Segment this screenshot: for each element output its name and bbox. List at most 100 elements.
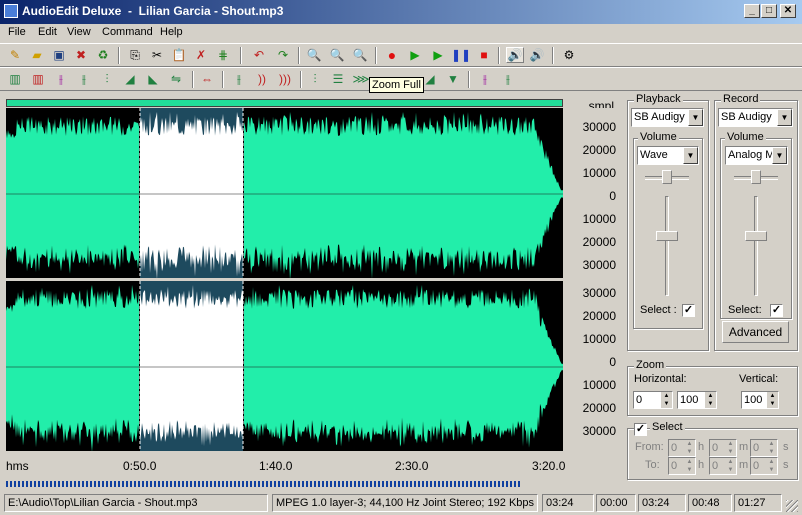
zoom-in-icon[interactable]: 🔍 xyxy=(305,47,323,63)
effect-reverse-icon[interactable]: ⇋ xyxy=(167,71,185,87)
chevron-down-icon[interactable]: ▼ xyxy=(688,109,703,126)
record-device-select[interactable]: SB Audigy ▼ xyxy=(718,108,793,127)
playback-volume-thumb[interactable] xyxy=(656,231,678,241)
playback-select-checkbox[interactable]: ✓ xyxy=(682,304,695,317)
effect-eq-icon[interactable]: ☰ xyxy=(329,71,347,87)
settings-icon[interactable]: ⚙ xyxy=(560,47,578,63)
record-balance-thumb[interactable] xyxy=(751,170,761,184)
effect-lowpass-icon[interactable]: ⋙ xyxy=(352,71,370,87)
maximize-button[interactable]: □ xyxy=(761,4,777,18)
zoom-out-icon[interactable]: 🔍 xyxy=(328,47,346,63)
effect-silence-icon[interactable]: ▥ xyxy=(6,71,24,87)
spin-up-icon[interactable]: ▲ xyxy=(684,440,695,448)
horizontal-scrollbar[interactable] xyxy=(6,481,521,487)
spin-down-icon[interactable]: ▼ xyxy=(725,466,736,474)
effect-amplify-icon[interactable]: ⫲ xyxy=(75,71,93,87)
effect-fade-in-icon[interactable]: ◢ xyxy=(121,71,139,87)
minimize-button[interactable]: _ xyxy=(744,4,760,18)
spin-down-icon[interactable]: ▼ xyxy=(767,400,778,408)
spin-down-icon[interactable]: ▼ xyxy=(766,466,777,474)
open-folder-icon[interactable]: ▰ xyxy=(28,47,46,63)
playback-source-select[interactable]: Wave ▼ xyxy=(637,146,699,165)
effect-echo-icon[interactable]: ⫲ xyxy=(230,71,248,87)
effect-chorus-icon[interactable]: ))) xyxy=(276,71,294,87)
volume-icon[interactable]: 🔊 xyxy=(528,47,546,63)
close-button[interactable]: ✕ xyxy=(780,4,796,18)
zoom-h-to-input[interactable]: 100 ▲ ▼ xyxy=(677,391,717,409)
spin-up-icon[interactable]: ▲ xyxy=(766,440,777,448)
delete-icon[interactable]: ✗ xyxy=(192,47,210,63)
spin-up-icon[interactable]: ▲ xyxy=(725,458,736,466)
playback-device-select[interactable]: SB Audigy ▼ xyxy=(631,108,704,127)
select-from-hours[interactable]: 0 ▲ ▼ xyxy=(668,439,696,457)
play-icon[interactable]: ▶ xyxy=(406,47,424,63)
spin-up-icon[interactable]: ▲ xyxy=(766,458,777,466)
spin-down-icon[interactable]: ▼ xyxy=(684,448,695,456)
zoom-full-icon[interactable]: 🔍 xyxy=(351,47,369,63)
spin-up-icon[interactable]: ▲ xyxy=(725,440,736,448)
waveform-channel-right[interactable] xyxy=(6,281,563,453)
menu-edit[interactable]: Edit xyxy=(38,26,57,38)
spin-up-icon[interactable]: ▲ xyxy=(661,392,672,400)
play-selection-icon[interactable]: ▶ xyxy=(429,47,447,63)
undo-icon[interactable]: ↶ xyxy=(250,47,268,63)
spin-down-icon[interactable]: ▼ xyxy=(684,466,695,474)
zoom-vertical-input[interactable]: 100 ▲ ▼ xyxy=(741,391,779,409)
effect-filter-icon[interactable]: ⫶ xyxy=(306,71,324,87)
paste-icon[interactable]: 📋 xyxy=(170,47,188,63)
effect-normalize-icon[interactable]: ⫶ xyxy=(98,71,116,87)
chevron-down-icon[interactable]: ▼ xyxy=(772,147,787,164)
playback-group-label: Playback xyxy=(634,93,683,105)
menu-help[interactable]: Help xyxy=(160,26,183,38)
effect-reverb-icon[interactable]: )) xyxy=(253,71,271,87)
spin-up-icon[interactable]: ▲ xyxy=(767,392,778,400)
loop-icon[interactable]: 🔊 xyxy=(506,47,524,63)
menu-view[interactable]: View xyxy=(67,26,91,38)
select-from-label: From: xyxy=(635,441,664,453)
advanced-button[interactable]: Advanced xyxy=(722,321,789,343)
record-select-checkbox[interactable]: ✓ xyxy=(770,304,783,317)
select-from-seconds[interactable]: 0 ▲ ▼ xyxy=(750,439,778,457)
effect-invert-icon[interactable]: ⫲ xyxy=(52,71,70,87)
trim-icon[interactable]: ⋕ xyxy=(214,47,232,63)
new-file-icon[interactable]: ✎ xyxy=(6,47,24,63)
spin-down-icon[interactable]: ▼ xyxy=(725,448,736,456)
chevron-down-icon[interactable]: ▼ xyxy=(683,147,698,164)
record-icon[interactable]: ● xyxy=(383,47,401,63)
effect-tempo-icon[interactable]: ⫲ xyxy=(499,71,517,87)
balance-slider-thumb[interactable] xyxy=(662,170,672,184)
waveform-channel-left[interactable] xyxy=(6,108,563,280)
menu-file[interactable]: File xyxy=(8,26,26,38)
select-to-minutes[interactable]: 0 ▲ ▼ xyxy=(709,457,737,475)
effect-fade-out-icon[interactable]: ◣ xyxy=(144,71,162,87)
record-source-select[interactable]: Analog M ▼ xyxy=(725,146,788,165)
spin-up-icon[interactable]: ▲ xyxy=(705,392,716,400)
record-volume-thumb[interactable] xyxy=(745,231,767,241)
save-icon[interactable]: ▣ xyxy=(50,47,68,63)
effect-pitch-icon[interactable]: ⫲ xyxy=(476,71,494,87)
menu-command[interactable]: Command xyxy=(102,26,153,38)
stop-icon[interactable]: ■ xyxy=(475,47,493,63)
redo-icon[interactable]: ↷ xyxy=(274,47,292,63)
select-to-hours[interactable]: 0 ▲ ▼ xyxy=(668,457,696,475)
effect-stretch-icon[interactable]: ⇔ xyxy=(198,71,216,87)
copy-icon[interactable]: ⎘ xyxy=(126,47,144,63)
properties-icon[interactable]: ♻ xyxy=(94,47,112,63)
spin-down-icon[interactable]: ▼ xyxy=(661,400,672,408)
select-to-seconds[interactable]: 0 ▲ ▼ xyxy=(750,457,778,475)
effect-bandpass-icon[interactable]: ▼ xyxy=(444,71,462,87)
spin-up-icon[interactable]: ▲ xyxy=(684,458,695,466)
resize-grip[interactable] xyxy=(786,500,798,512)
spin-down-icon[interactable]: ▼ xyxy=(766,448,777,456)
cut-icon[interactable]: ✂ xyxy=(148,47,166,63)
chevron-down-icon[interactable]: ▼ xyxy=(777,109,792,126)
pause-icon[interactable]: ❚❚ xyxy=(451,47,471,63)
effect-insert-icon[interactable]: ▥ xyxy=(29,71,47,87)
status-file-path: E:\Audio\Top\Lilian Garcia - Shout.mp3 xyxy=(4,494,268,512)
spin-down-icon[interactable]: ▼ xyxy=(705,400,716,408)
close-file-icon[interactable]: ✖ xyxy=(72,47,90,63)
overview-bar[interactable] xyxy=(6,99,563,107)
select-checkbox[interactable]: ✓ xyxy=(634,423,647,436)
select-from-minutes[interactable]: 0 ▲ ▼ xyxy=(709,439,737,457)
zoom-h-from-input[interactable]: 0 ▲ ▼ xyxy=(633,391,673,409)
